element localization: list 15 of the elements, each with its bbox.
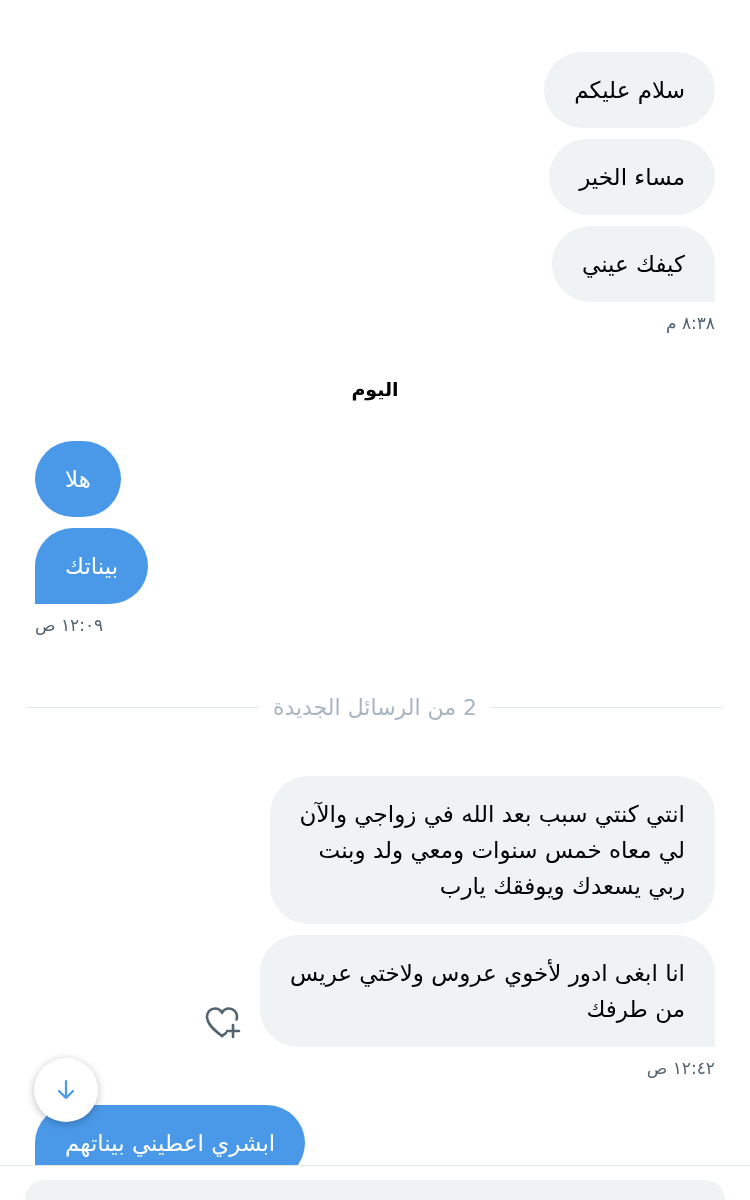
- scroll-down-button[interactable]: [34, 1058, 98, 1122]
- message-bubble: سلام عليكم: [544, 52, 715, 128]
- message-bubble: مساء الخير: [549, 139, 715, 215]
- message-bubble: انتي كنتي سبب بعد الله في زواجي والآن لي معاه خمس سنوات ومعي ولد وبنت ربي يسعدك ويوفقك يارب: [269, 775, 715, 924]
- message-timestamp: ٨:٣٨ م: [665, 312, 715, 335]
- message-bubble: هلا: [35, 441, 121, 517]
- message-bubble: بيناتك: [35, 528, 149, 604]
- message-timestamp: ١٢:٤٢ ص: [646, 1056, 715, 1080]
- message-bubble: انا ابغى ادور لأخوي عروس ولاختي عريس من طرفك: [259, 934, 715, 1047]
- heart-plus-icon[interactable]: [203, 1004, 242, 1039]
- message-timestamp: ١٢:٠٩ ص: [35, 614, 104, 637]
- arrow-down-icon: [56, 1079, 76, 1101]
- message-bubble: كيفك عيني: [552, 226, 715, 302]
- day-label: اليوم: [351, 376, 399, 403]
- new-messages-label: 2 من الرسائل الجديدة: [272, 693, 478, 722]
